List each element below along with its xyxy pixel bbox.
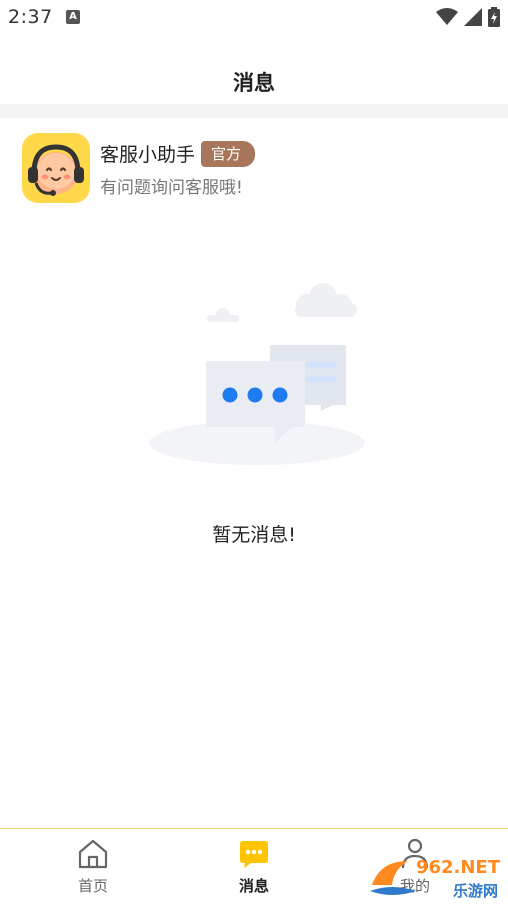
status-icons — [436, 7, 500, 27]
service-name-line: 客服小助手 官方 — [100, 139, 256, 169]
nav-label-messages: 消息 — [238, 877, 269, 895]
headset-mascot-icon — [28, 144, 84, 196]
page-title: 消息 — [233, 71, 275, 95]
watermark-text: 962.NET — [415, 857, 500, 878]
section-divider — [0, 104, 508, 118]
service-description: 有问题询问客服哦! — [100, 177, 243, 198]
message-icon — [240, 841, 268, 868]
nav-item-messages[interactable]: 消息 — [209, 837, 299, 897]
service-name: 客服小助手 — [100, 144, 196, 166]
empty-state-text: 暂无消息! — [212, 524, 296, 546]
notification-icon: A — [66, 10, 80, 24]
watermark-logo: 962.NET 乐游网 — [368, 855, 504, 901]
customer-service-avatar — [22, 133, 90, 203]
customer-service-item[interactable]: 客服小助手 官方 有问题询问客服哦! — [22, 132, 492, 204]
status-time: 2:37 — [8, 6, 53, 28]
service-text: 客服小助手 官方 有问题询问客服哦! — [100, 139, 256, 198]
home-icon — [78, 839, 108, 869]
nav-item-home[interactable]: 首页 — [48, 837, 138, 897]
status-bar: 2:37 A — [0, 0, 508, 34]
empty-messages-illustration — [149, 283, 365, 465]
header: 消息 — [0, 34, 508, 104]
battery-icon — [488, 7, 500, 27]
watermark-badge-icon — [370, 861, 416, 895]
watermark-subtext: 乐游网 — [452, 882, 498, 900]
signal-icon — [464, 8, 482, 26]
nav-label-home: 首页 — [77, 877, 108, 895]
official-badge: 官方 — [201, 140, 256, 167]
wifi-icon — [436, 8, 458, 25]
